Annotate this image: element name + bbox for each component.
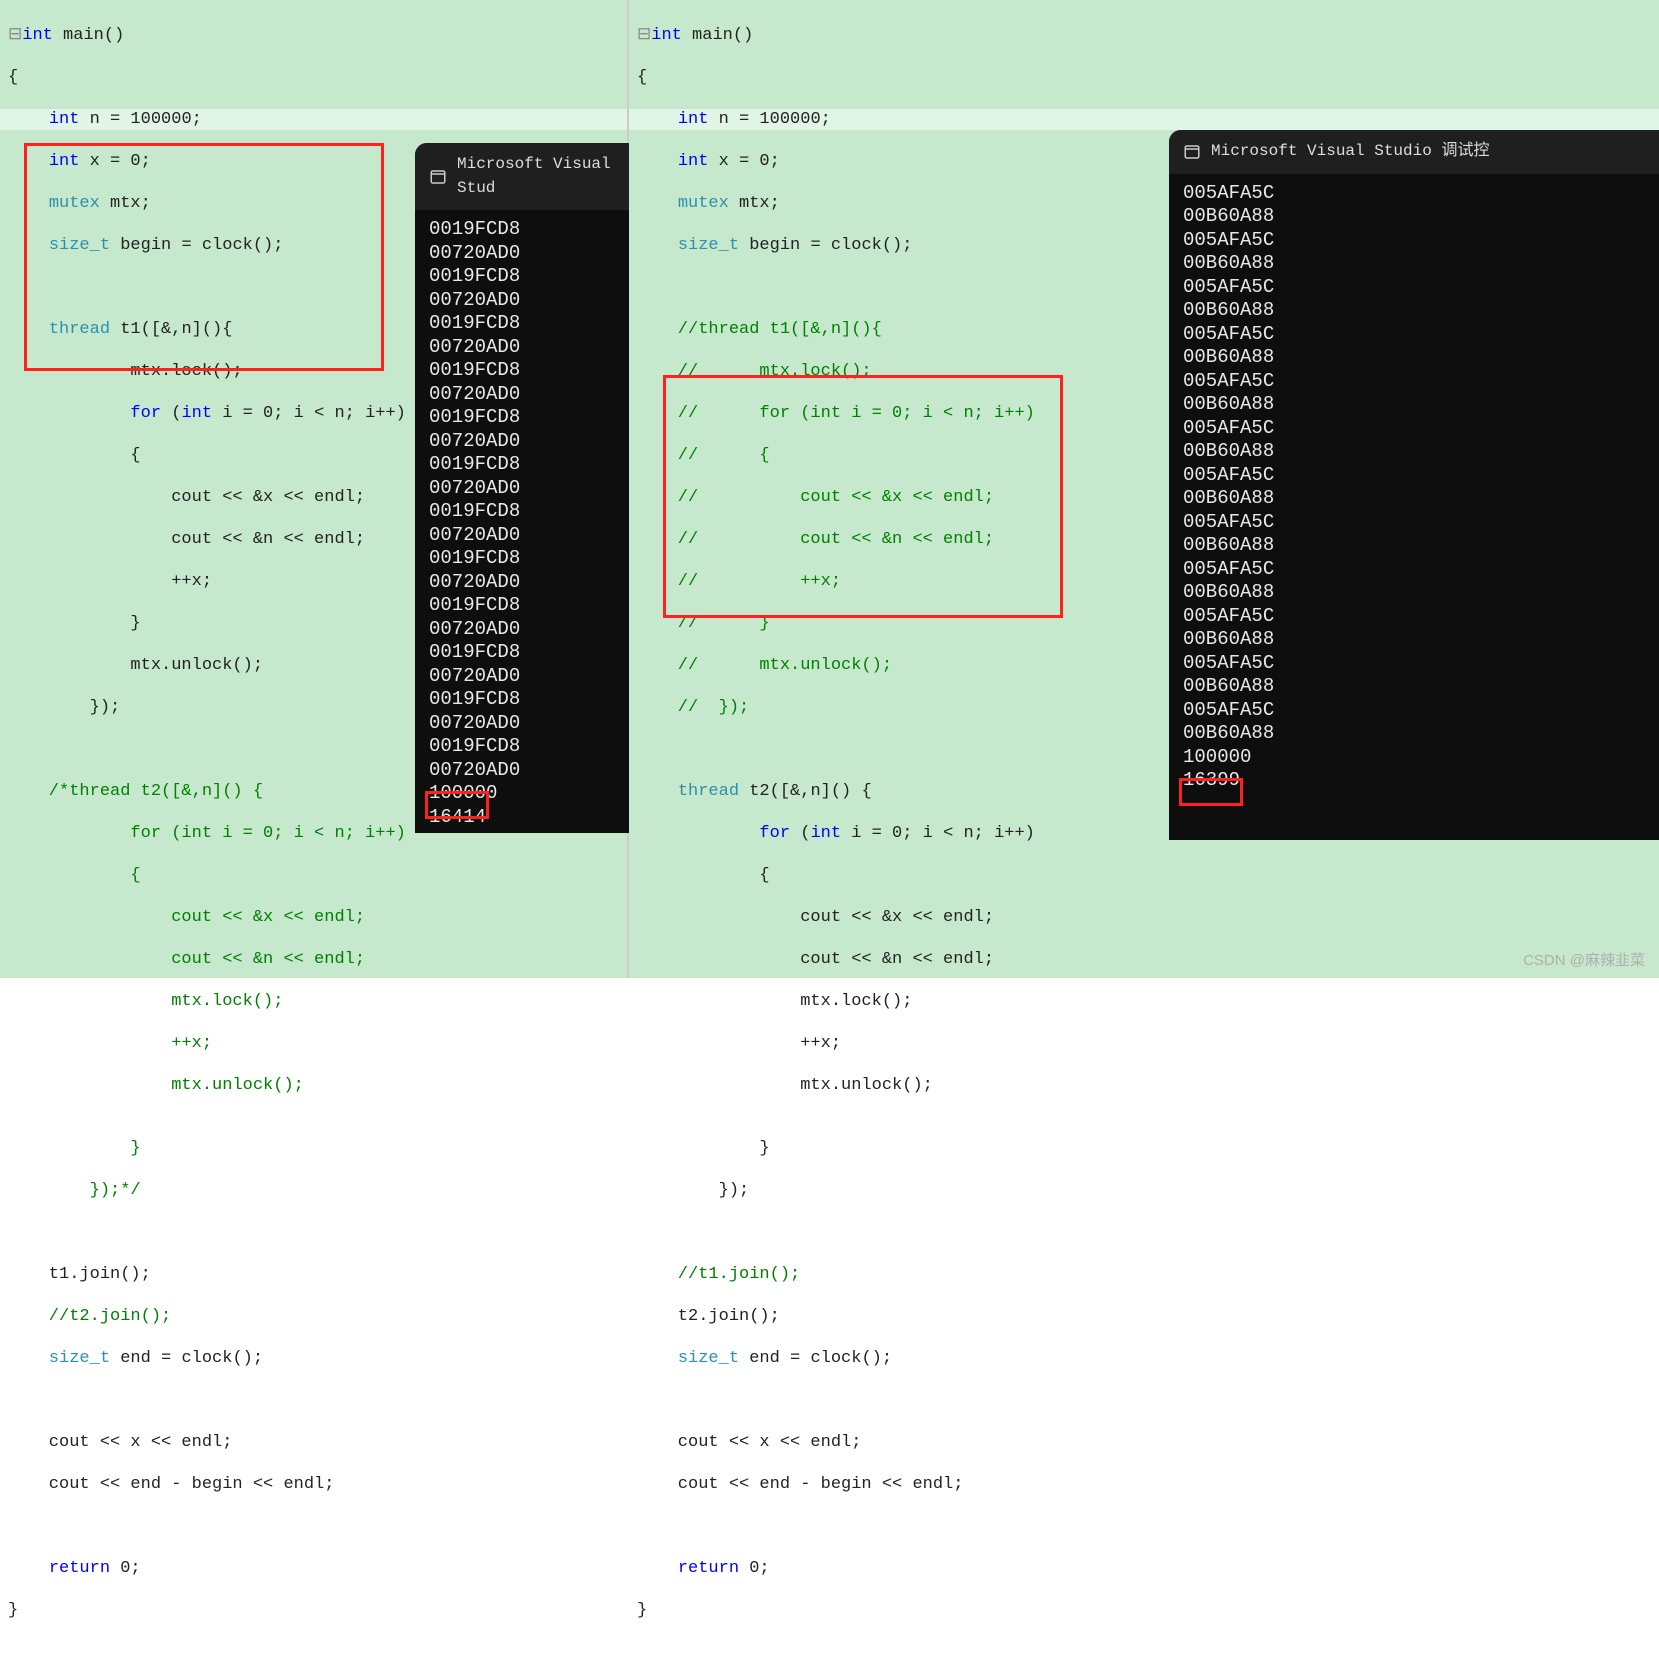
kw-int: int (22, 26, 53, 45)
console-titlebar: Microsoft Visual Stud (415, 143, 629, 210)
terminal-icon (1183, 143, 1201, 161)
console-title-text: Microsoft Visual Stud (457, 153, 615, 200)
left-panel: ⊟int main() { int n = 100000; int x = 0;… (0, 0, 629, 978)
right-panel: ⊟int main() { int n = 100000; int x = 0;… (629, 0, 1659, 978)
console-titlebar: Microsoft Visual Studio 调试控 (1169, 130, 1659, 174)
left-console: Microsoft Visual Stud 0019FCD8 00720AD0 … (415, 143, 629, 833)
right-console: Microsoft Visual Studio 调试控 005AFA5C 00B… (1169, 130, 1659, 840)
watermark: CSDN @麻辣韭菜 (1523, 949, 1645, 970)
left-console-output: 0019FCD8 00720AD0 0019FCD8 00720AD0 0019… (415, 210, 629, 833)
right-console-output: 005AFA5C 00B60A88 005AFA5C 00B60A88 005A… (1169, 174, 1659, 807)
console-title-text: Microsoft Visual Studio 调试控 (1211, 140, 1489, 164)
terminal-icon (429, 168, 447, 186)
